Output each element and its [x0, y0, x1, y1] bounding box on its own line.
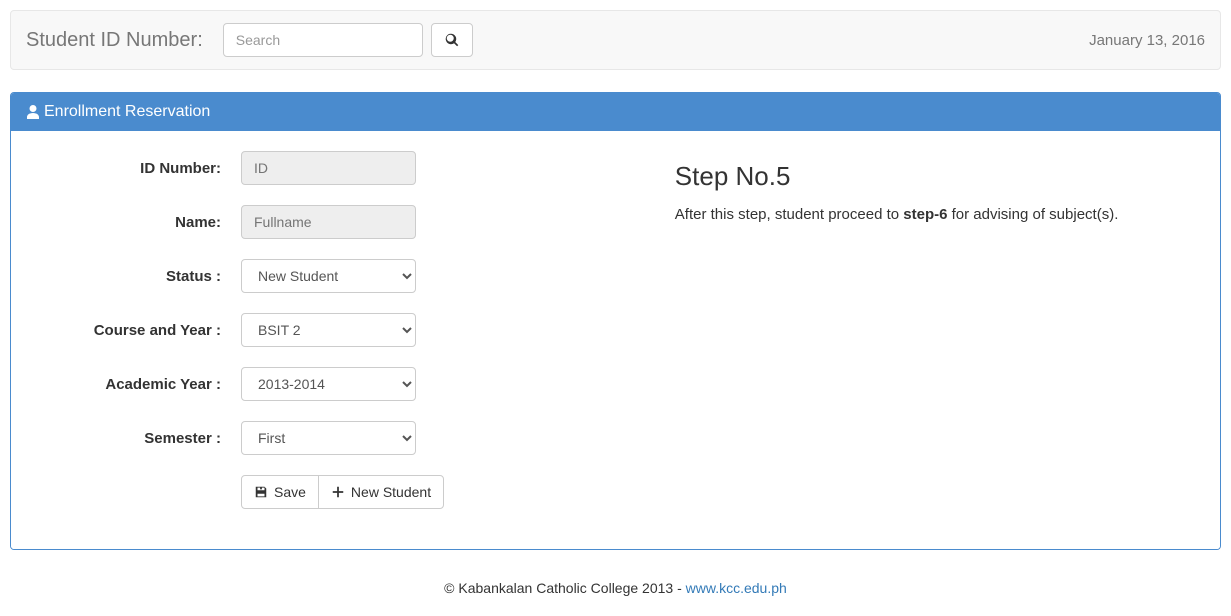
row-course: Course and Year : BSIT 2 — [26, 313, 595, 347]
panel-title: Enrollment Reservation — [44, 103, 210, 121]
new-student-button[interactable]: New Student — [318, 475, 444, 509]
ay-label: Academic Year : — [26, 376, 241, 393]
info-column: Step No.5 After this step, student proce… — [635, 151, 1205, 509]
ay-select[interactable]: 2013-2014 — [241, 367, 416, 401]
row-id: ID Number: — [26, 151, 595, 185]
form-column: ID Number: Name: Status : New Student Co… — [26, 151, 595, 509]
search-button[interactable] — [431, 23, 473, 57]
step-bold: step-6 — [903, 206, 947, 223]
panel-body: ID Number: Name: Status : New Student Co… — [11, 131, 1220, 549]
plus-icon — [331, 485, 345, 499]
user-icon — [26, 104, 40, 120]
row-ay: Academic Year : 2013-2014 — [26, 367, 595, 401]
footer-link[interactable]: www.kcc.edu.ph — [686, 580, 787, 596]
course-label: Course and Year : — [26, 322, 241, 339]
sem-label: Semester : — [26, 430, 241, 447]
save-icon — [254, 485, 268, 499]
step-suffix: for advising of subject(s). — [947, 206, 1118, 223]
sem-select[interactable]: First — [241, 421, 416, 455]
step-title: Step No.5 — [675, 161, 1205, 192]
row-sem: Semester : First — [26, 421, 595, 455]
id-field — [241, 151, 416, 185]
row-status: Status : New Student — [26, 259, 595, 293]
button-row: Save New Student — [241, 475, 595, 509]
footer: © Kabankalan Catholic College 2013 - www… — [0, 580, 1231, 616]
topbar-date: January 13, 2016 — [1089, 32, 1205, 49]
new-student-label: New Student — [351, 484, 431, 500]
id-label: ID Number: — [26, 160, 241, 177]
topbar: Student ID Number: January 13, 2016 — [10, 10, 1221, 70]
save-label: Save — [274, 484, 306, 500]
search-input[interactable] — [223, 23, 423, 57]
search-icon — [445, 33, 459, 47]
row-name: Name: — [26, 205, 595, 239]
status-label: Status : — [26, 268, 241, 285]
topbar-label: Student ID Number: — [26, 29, 203, 52]
save-button[interactable]: Save — [241, 475, 319, 509]
step-text: After this step, student proceed to step… — [675, 206, 1205, 223]
name-label: Name: — [26, 214, 241, 231]
step-prefix: After this step, student proceed to — [675, 206, 903, 223]
footer-text: © Kabankalan Catholic College 2013 - — [444, 580, 685, 596]
panel-header: Enrollment Reservation — [11, 93, 1220, 131]
name-field — [241, 205, 416, 239]
search-group — [223, 23, 473, 57]
course-select[interactable]: BSIT 2 — [241, 313, 416, 347]
panel-enrollment: Enrollment Reservation ID Number: Name: … — [10, 92, 1221, 550]
status-select[interactable]: New Student — [241, 259, 416, 293]
